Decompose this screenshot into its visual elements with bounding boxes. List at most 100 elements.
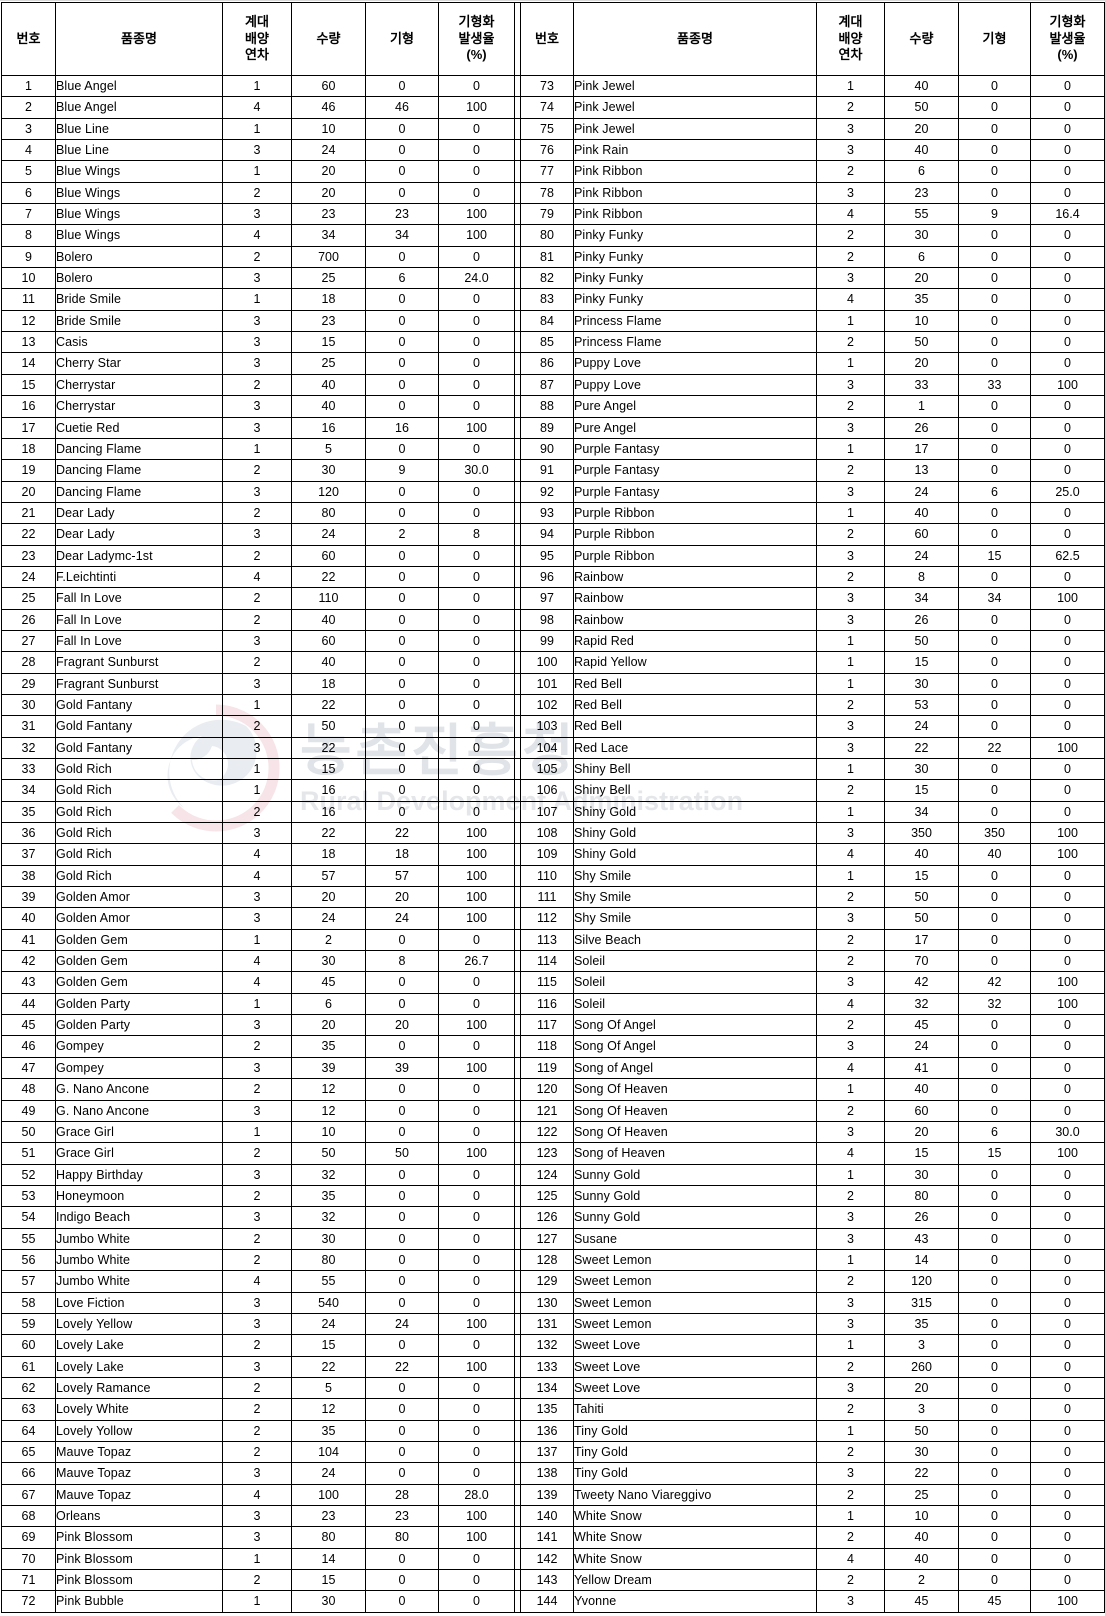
- cell-rate: 100: [438, 1312, 515, 1336]
- table-row[interactable]: 64 Lovely Yollow 2 35 0 0 136 Tiny Gold 1 50 0 0: [1, 1419, 1105, 1443]
- table-row[interactable]: 32 Gold Fantany 3 22 0 0 104 Red Lace 3 22 22 100: [1, 736, 1105, 760]
- table-row[interactable]: 36 Gold Rich 3 22 22 100 108 Shiny Gold 3 350 350 1…: [1, 822, 1105, 845]
- cell-quantity: 30: [291, 459, 366, 482]
- table-row[interactable]: 71 Pink Blossom 2 15 0 0 143 Yellow Dream 2 2 0 0: [1, 1569, 1105, 1592]
- table-row[interactable]: 65 Mauve Topaz 2 104 0 0 137 Tiny Gold 2 30 0 0: [1, 1440, 1105, 1464]
- table-row[interactable]: 63 Lovely White 2 12 0 0 135 Tahiti 2 3 0 0: [1, 1398, 1105, 1421]
- cell-no: 3: [1, 117, 56, 141]
- table-row[interactable]: 41 Golden Gem 1 2 0 0 113 Silve Beach 2 17 0 0: [1, 928, 1105, 952]
- table-row[interactable]: 30 Gold Fantany 1 22 0 0 102 Red Bell 2 53 0 0: [1, 693, 1105, 717]
- table-row[interactable]: 35 Gold Rich 2 16 0 0 107 Shiny Gold 1 34 0 0: [1, 800, 1105, 824]
- table-row[interactable]: 60 Lovely Lake 2 15 0 0 132 Sweet Love 1 3 0 0: [1, 1334, 1105, 1357]
- table-row[interactable]: 44 Golden Party 1 6 0 0 116 Soleil 4 32 32 100: [1, 992, 1105, 1016]
- table-row[interactable]: 13 Casis 3 15 0 0 85 Princess Flame 2 50 0 0: [1, 331, 1105, 354]
- table-row[interactable]: 12 Bride Smile 3 23 0 0 84 Princess Flame 1 10 0 0: [1, 309, 1105, 333]
- table-row[interactable]: 27 Fall In Love 3 60 0 0 99 Rapid Red 1 50 0 0: [1, 629, 1105, 653]
- cell-rate: 0: [438, 1376, 515, 1400]
- cell-rate: 0: [1030, 459, 1105, 482]
- table-row[interactable]: 33 Gold Rich 1 15 0 0 105 Shiny Bell 1 30 0 0: [1, 757, 1105, 781]
- table-row[interactable]: 68 Orleans 3 23 23 100 140 White Snow 1 10 0 0: [1, 1505, 1105, 1528]
- table-row[interactable]: 10 Bolero 3 25 6 24.0 82 Pinky Funky 3 20 0 0: [1, 267, 1105, 290]
- table-row[interactable]: 43 Golden Gem 4 45 0 0 115 Soleil 3 42 42 100: [1, 971, 1105, 994]
- table-row[interactable]: 15 Cherrystar 2 40 0 0 87 Puppy Love 3 33 33 100: [1, 373, 1105, 397]
- table-row[interactable]: 45 Golden Party 3 20 20 100 117 Song Of Angel 2 4…: [1, 1014, 1105, 1037]
- table-row[interactable]: 21 Dear Lady 2 80 0 0 93 Purple Ribbon 1 40 0 0: [1, 501, 1105, 525]
- cell-subculture-year: 2: [222, 800, 292, 824]
- cell-variety: Dancing Flame: [55, 437, 223, 461]
- cell-variety: Soleil: [573, 992, 817, 1016]
- table-row[interactable]: 11 Bride Smile 1 18 0 0 83 Pinky Funky 4 35 0 0: [1, 288, 1105, 311]
- table-row[interactable]: 67 Mauve Topaz 4 100 28 28.0 139 Tweety Nano Vi…: [1, 1483, 1105, 1507]
- table-row[interactable]: 1 Blue Angel 1 60 0 0 73 Pink Jewel 1 40 0 0: [1, 74, 1105, 98]
- table-row[interactable]: 57 Jumbo White 4 55 0 0 129 Sweet Lemon 2 120 0 0: [1, 1270, 1105, 1293]
- table-row[interactable]: 51 Grace Girl 2 50 50 100 123 Song of Heaven 4 15…: [1, 1142, 1105, 1165]
- cell-rate: 0: [438, 1419, 515, 1443]
- table-row[interactable]: 37 Gold Rich 4 18 18 100 109 Shiny Gold 4 40 40 100: [1, 843, 1105, 866]
- table-row[interactable]: 7 Blue Wings 3 23 23 100 79 Pink Ribbon 4 55 9 16.4: [1, 203, 1105, 226]
- table-row[interactable]: 38 Gold Rich 4 57 57 100 110 Shy Smile 1 15 0 0: [1, 864, 1105, 888]
- table-row[interactable]: 22 Dear Lady 3 24 2 8 94 Purple Ribbon 2 60 0 0: [1, 523, 1105, 546]
- table-row[interactable]: 42 Golden Gem 4 30 8 26.7 114 Soleil 2 70 0 0: [1, 950, 1105, 973]
- cell-variety: Susane: [573, 1227, 817, 1250]
- table-row[interactable]: 56 Jumbo White 2 80 0 0 128 Sweet Lemon 1 14 0 0: [1, 1248, 1105, 1272]
- table-row[interactable]: 47 Gompey 3 39 39 100 119 Song of Angel 4 41 0 0: [1, 1056, 1105, 1080]
- table-row[interactable]: 8 Blue Wings 4 34 34 100 80 Pinky Funky 2 30 0 0: [1, 224, 1105, 247]
- cell-subculture-year: 3: [816, 181, 885, 205]
- table-row[interactable]: 4 Blue Line 3 24 0 0 76 Pink Rain 3 40 0 0: [1, 139, 1105, 162]
- table-row[interactable]: 40 Golden Amor 3 24 24 100 112 Shy Smile 3 50 0 0: [1, 907, 1105, 930]
- cell-rate: 100: [438, 1056, 515, 1080]
- cell-variety: F.Leichtinti: [55, 565, 223, 589]
- table-row[interactable]: 19 Dancing Flame 2 30 9 30.0 91 Purple Fantasy 2…: [1, 459, 1105, 482]
- table-row[interactable]: 66 Mauve Topaz 3 24 0 0 138 Tiny Gold 3 22 0 0: [1, 1462, 1105, 1485]
- table-row[interactable]: 5 Blue Wings 1 20 0 0 77 Pink Ribbon 2 6 0 0: [1, 160, 1105, 183]
- cell-no: 126: [520, 1206, 574, 1229]
- cell-subculture-year: 2: [222, 245, 292, 269]
- table-row[interactable]: 6 Blue Wings 2 20 0 0 78 Pink Ribbon 3 23 0 0: [1, 181, 1105, 205]
- table-row[interactable]: 9 Bolero 2 700 0 0 81 Pinky Funky 2 6 0 0: [1, 245, 1105, 269]
- cell-subculture-year: 1: [816, 309, 885, 333]
- table-row[interactable]: 52 Happy Birthday 3 32 0 0 124 Sunny Gold 1 30 0 0: [1, 1163, 1105, 1186]
- table-row[interactable]: 3 Blue Line 1 10 0 0 75 Pink Jewel 3 20 0 0: [1, 117, 1105, 141]
- cell-quantity: 60: [884, 523, 959, 546]
- cell-quantity: 10: [291, 117, 366, 141]
- cell-rate: 100: [438, 1526, 515, 1549]
- table-row[interactable]: 18 Dancing Flame 1 5 0 0 90 Purple Fantasy 1 17 0 0: [1, 437, 1105, 461]
- table-row[interactable]: 34 Gold Rich 1 16 0 0 106 Shiny Bell 2 15 0 0: [1, 779, 1105, 802]
- table-row[interactable]: 54 Indigo Beach 3 32 0 0 126 Sunny Gold 3 26 0 0: [1, 1206, 1105, 1229]
- cell-no: 120: [520, 1078, 574, 1101]
- table-row[interactable]: 53 Honeymoon 2 35 0 0 125 Sunny Gold 2 80 0 0: [1, 1184, 1105, 1208]
- table-row[interactable]: 62 Lovely Ramance 2 5 0 0 134 Sweet Love 3 20 0 0: [1, 1376, 1105, 1400]
- table-row[interactable]: 61 Lovely Lake 3 22 22 100 133 Sweet Love 2 260 0 0: [1, 1355, 1105, 1378]
- table-row[interactable]: 28 Fragrant Sunburst 2 40 0 0 100 Rapid Yellow 1…: [1, 651, 1105, 674]
- cell-quantity: 40: [884, 74, 959, 98]
- cell-malformed: 0: [958, 800, 1031, 824]
- table-row[interactable]: 14 Cherry Star 3 25 0 0 86 Puppy Love 1 20 0 0: [1, 352, 1105, 375]
- table-row[interactable]: 26 Fall In Love 2 40 0 0 98 Rainbow 3 26 0 0: [1, 608, 1105, 631]
- table-row[interactable]: 23 Dear Ladymc-1st 2 60 0 0 95 Purple Ribbon 3 24…: [1, 544, 1105, 567]
- table-row[interactable]: 69 Pink Blossom 3 80 80 100 141 White Snow 2 40 0 0: [1, 1526, 1105, 1549]
- cell-subculture-year: 3: [222, 395, 292, 418]
- table-row[interactable]: 58 Love Fiction 3 540 0 0 130 Sweet Lemon 3 315 0 0: [1, 1291, 1105, 1314]
- table-row[interactable]: 49 G. Nano Ancone 3 12 0 0 121 Song Of Heaven 2 6…: [1, 1099, 1105, 1122]
- table-row[interactable]: 72 Pink Bubble 1 30 0 0 144 Yvonne 3 45 45 100: [1, 1590, 1105, 1613]
- table-row[interactable]: 31 Gold Fantany 2 50 0 0 103 Red Bell 3 24 0 0: [1, 715, 1105, 738]
- table-row[interactable]: 16 Cherrystar 3 40 0 0 88 Pure Angel 2 1 0 0: [1, 395, 1105, 418]
- table-row[interactable]: 24 F.Leichtinti 4 22 0 0 96 Rainbow 2 8 0 0: [1, 565, 1105, 589]
- table-row[interactable]: 2 Blue Angel 4 46 46 100 74 Pink Jewel 2 50 0 0: [1, 96, 1105, 119]
- table-row[interactable]: 20 Dancing Flame 3 120 0 0 92 Purple Fantasy 3 24…: [1, 480, 1105, 503]
- cell-quantity: 23: [291, 203, 366, 226]
- table-row[interactable]: 17 Cuetie Red 3 16 16 100 89 Pure Angel 3 26 0 0: [1, 416, 1105, 439]
- table-row[interactable]: 59 Lovely Yellow 3 24 24 100 131 Sweet Lemon 3 35…: [1, 1312, 1105, 1336]
- table-row[interactable]: 25 Fall In Love 2 110 0 0 97 Rainbow 3 34 34 100: [1, 587, 1105, 610]
- table-row[interactable]: 55 Jumbo White 2 30 0 0 127 Susane 3 43 0 0: [1, 1227, 1105, 1250]
- cell-rate: 0: [1030, 1184, 1105, 1208]
- cell-no: 13: [1, 331, 56, 354]
- cell-no: 88: [520, 395, 574, 418]
- table-row[interactable]: 50 Grace Girl 1 10 0 0 122 Song Of Heaven 3 20 6 30…: [1, 1120, 1105, 1144]
- table-row[interactable]: 70 Pink Blossom 1 14 0 0 142 White Snow 4 40 0 0: [1, 1547, 1105, 1571]
- cell-subculture-year: 2: [222, 1569, 292, 1592]
- table-row[interactable]: 48 G. Nano Ancone 2 12 0 0 120 Song Of Heaven 1 4…: [1, 1078, 1105, 1101]
- table-row[interactable]: 46 Gompey 2 35 0 0 118 Song Of Angel 3 24 0 0: [1, 1035, 1105, 1058]
- table-row[interactable]: 29 Fragrant Sunburst 3 18 0 0 101 Red Bell 1 30 0 0: [1, 672, 1105, 695]
- table-row[interactable]: 39 Golden Amor 3 20 20 100 111 Shy Smile 2 50 0 0: [1, 886, 1105, 909]
